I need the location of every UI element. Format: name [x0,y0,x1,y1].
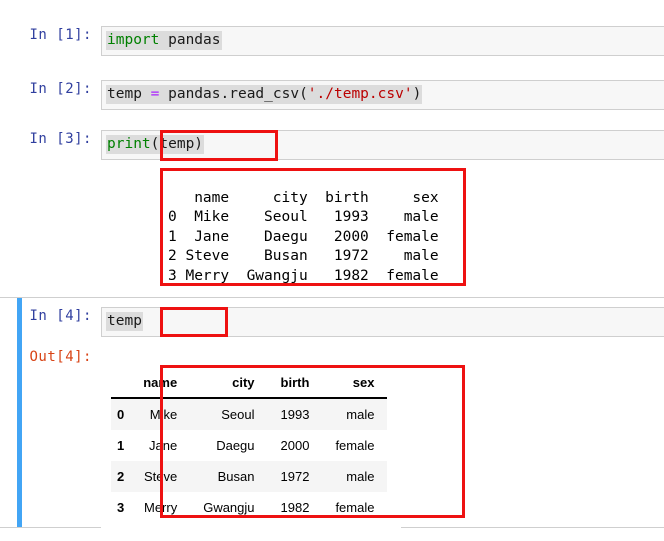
cell-birth: 1993 [267,398,323,430]
cell-name: Merry [143,500,178,515]
input-prompt-3: In [3]: [29,131,92,147]
dataframe-head: name city birth sex [111,372,388,399]
cell-name: Jane [149,438,178,453]
row-index: 2 [111,461,131,492]
dataframe-table: name city birth sex 0 Mike Seoul 1993 ma… [111,372,388,523]
cell-birth: 1982 [280,500,310,515]
cell-birth: 1972 [267,461,323,492]
dataframe-index-header [111,372,131,399]
code-editor-4[interactable]: temp [101,307,664,337]
code-cell-2[interactable]: In [2]: temp = pandas.read_csv('./temp.c… [0,80,664,110]
cell-city: Daegu [216,438,255,453]
code-line-1: import pandas [106,31,222,50]
code-line-2: temp = pandas.read_csv('./temp.csv') [106,85,423,104]
code-editor-3[interactable]: print(temp) [101,130,664,160]
dataframe-output-body: name city birth sex 0 Mike Seoul 1993 ma… [101,348,664,536]
token-print-args: (temp) [150,136,204,152]
code-editor-1[interactable]: import pandas [101,26,664,56]
cell-birth: 2000 [280,438,310,453]
table-row: 1 Jane Daegu 2000 female [111,430,387,461]
table-row: 3 Merry Gwangju 1982 female [111,492,387,523]
input-prompt-2: In [2]: [29,81,92,97]
code-cell-3-body: print(temp) [101,130,664,160]
input-prompt-1: In [1]: [29,27,92,43]
stdout-text: name city birth sex 0 Mike Seoul 1993 ma… [168,189,439,284]
code-cell-4[interactable]: In [4]: temp Out[4]: name city birth sex… [0,297,664,531]
cell-sex: male [322,398,388,430]
row-index: 1 [117,438,125,453]
dataframe-output: name city birth sex 0 Mike Seoul 1993 ma… [101,365,402,531]
cell-sex: male [322,461,388,492]
cell-city: Busan [190,461,268,492]
token-var-temp-expr: temp [107,313,142,329]
code-cell-3[interactable]: In [3]: print(temp) [0,130,664,160]
code-cell-1-body: import pandas [101,26,664,56]
row-index: 0 [111,398,131,430]
dataframe-column-header-birth: birth [267,372,323,399]
notebook-canvas: In [1]: import pandas In [2]: temp = pan… [0,0,664,541]
token-keyword-import: import [107,32,160,48]
stdout-output-3: name city birth sex 0 Mike Seoul 1993 ma… [160,168,466,307]
dataframe-column-header-sex: sex [322,372,388,399]
selected-cell-indicator [17,298,22,527]
dataframe-body: 0 Mike Seoul 1993 male 1 Jane Daegu 2000 [111,398,388,523]
row-index: 3 [117,500,125,515]
code-editor-2[interactable]: temp = pandas.read_csv('./temp.csv') [101,80,664,110]
cell-city: Seoul [190,398,268,430]
input-prompt-4: In [4]: [29,308,92,324]
output-prompt-4: Out[4]: [29,349,92,365]
token-module-pandas: pandas [159,32,221,48]
dataframe-column-header-city: city [190,372,268,399]
cell-sex: female [335,500,375,515]
dataframe-column-header-name: name [130,372,191,399]
token-string-path: './temp.csv' [307,86,413,102]
token-call-read-csv: pandas.read_csv( [159,86,308,102]
table-row: 0 Mike Seoul 1993 male [111,398,388,430]
dataframe-header-row: name city birth sex [111,372,388,399]
token-var-temp: temp [107,86,151,102]
cell-name: Mike [130,398,191,430]
token-paren-close: ) [412,86,422,102]
cell-name: Steve [130,461,191,492]
code-cell-4-body: temp [101,307,664,337]
code-line-3: print(temp) [106,135,205,154]
code-cell-2-body: temp = pandas.read_csv('./temp.csv') [101,80,664,110]
code-line-4: temp [106,312,143,331]
token-builtin-print: print [107,136,151,152]
cell-sex: female [335,438,375,453]
table-row: 2 Steve Busan 1972 male [111,461,388,492]
cell-city: Gwangju [203,500,255,515]
code-cell-1[interactable]: In [1]: import pandas [0,26,664,56]
